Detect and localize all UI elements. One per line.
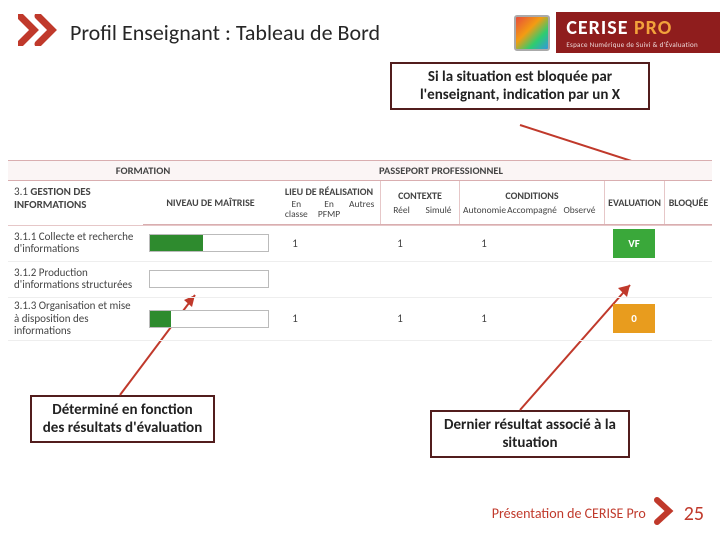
brand-subtitle: Espace Numérique de Suivi & d'Évaluation xyxy=(566,40,698,49)
cell-en-classe: 1 xyxy=(278,312,312,325)
row-label: 3.1.2 Production d'informations structur… xyxy=(8,265,143,294)
row-label: 3.1.3 Organisation et mise à disposition… xyxy=(8,298,143,340)
cell-evaluation xyxy=(604,276,664,282)
cell-evaluation: VF xyxy=(604,226,664,261)
col-evaluation: EVALUATION xyxy=(604,181,664,224)
row-mastery-bar xyxy=(143,234,278,252)
callout-blocked: Si la situation est bloquée par l'enseig… xyxy=(390,62,650,110)
col-niveau: NIVEAU DE MAÎTRISE xyxy=(143,181,278,224)
cell-reel: 1 xyxy=(380,237,420,250)
cell-autonomie: 1 xyxy=(460,237,508,250)
callout-determined: Déterminé en fonction des résultats d'év… xyxy=(30,395,215,443)
col-ctx-sim: Simulé xyxy=(420,204,457,216)
col-cond-auto: Autonomie xyxy=(462,204,507,216)
cell-en-classe: 1 xyxy=(278,237,312,250)
cell-evaluation: 0 xyxy=(604,301,664,336)
col-cond-obs: Observé xyxy=(557,204,602,216)
chevron-icon xyxy=(654,497,676,530)
callout-last-result: Dernier résultat associé à la situation xyxy=(430,410,630,458)
eval-badge: VF xyxy=(613,229,655,258)
col-group-lieu: LIEU DE RÉALISATION En classe En PFMP Au… xyxy=(278,181,380,224)
row-mastery-bar xyxy=(143,270,278,288)
brand-name-a: CERISE xyxy=(566,16,628,40)
col-group-passport: PASSEPORT PROFESSIONNEL xyxy=(278,161,604,180)
col-lieu-autres: Autres xyxy=(345,200,378,220)
page-number: 25 xyxy=(684,502,704,526)
col-group-conditions: CONDITIONS Autonomie Accompagné Observé xyxy=(460,181,604,224)
cell-reel: 1 xyxy=(380,312,420,325)
col-cond-acc: Accompagné xyxy=(507,204,557,216)
brand-name-b: PRO xyxy=(628,16,672,40)
row-mastery-bar xyxy=(143,310,278,328)
table-header-groups: FORMATION PASSEPORT PROFESSIONNEL xyxy=(8,160,712,181)
col-lieu-pfmp: En PFMP xyxy=(313,200,346,220)
brand-mark-icon xyxy=(514,15,550,51)
eval-badge: 0 xyxy=(613,304,655,333)
table-row: 3.1.3 Organisation et mise à disposition… xyxy=(8,298,712,341)
footer-text: Présentation de CERISE Pro xyxy=(492,505,646,522)
header: Profil Enseignant : Tableau de Bord CERI… xyxy=(0,0,720,59)
col-ctx-reel: Réel xyxy=(383,204,420,216)
cell-autonomie: 1 xyxy=(460,312,508,325)
col-group-formation: FORMATION xyxy=(8,161,278,180)
section-label: 3.1 GESTION DES INFORMATIONS xyxy=(8,181,143,225)
section-row: 3.1 GESTION DES INFORMATIONS NIVEAU DE M… xyxy=(8,181,712,226)
table-row: 3.1.2 Production d'informations structur… xyxy=(8,262,712,298)
dashboard-table: FORMATION PASSEPORT PROFESSIONNEL 3.1 GE… xyxy=(8,160,712,341)
table-row: 3.1.1 Collecte et recherche d'informatio… xyxy=(8,226,712,262)
brand-logo: CERISE PRO Espace Numérique de Suivi & d… xyxy=(514,12,720,53)
footer: Présentation de CERISE Pro 25 xyxy=(492,497,704,530)
double-chevron-icon xyxy=(18,14,62,51)
row-label: 3.1.1 Collecte et recherche d'informatio… xyxy=(8,229,143,258)
page-title: Profil Enseignant : Tableau de Bord xyxy=(70,19,380,46)
col-lieu-en: En classe xyxy=(280,200,313,220)
col-group-contexte: CONTEXTE Réel Simulé xyxy=(380,181,460,224)
col-bloquee: BLOQUÉE xyxy=(664,181,712,224)
